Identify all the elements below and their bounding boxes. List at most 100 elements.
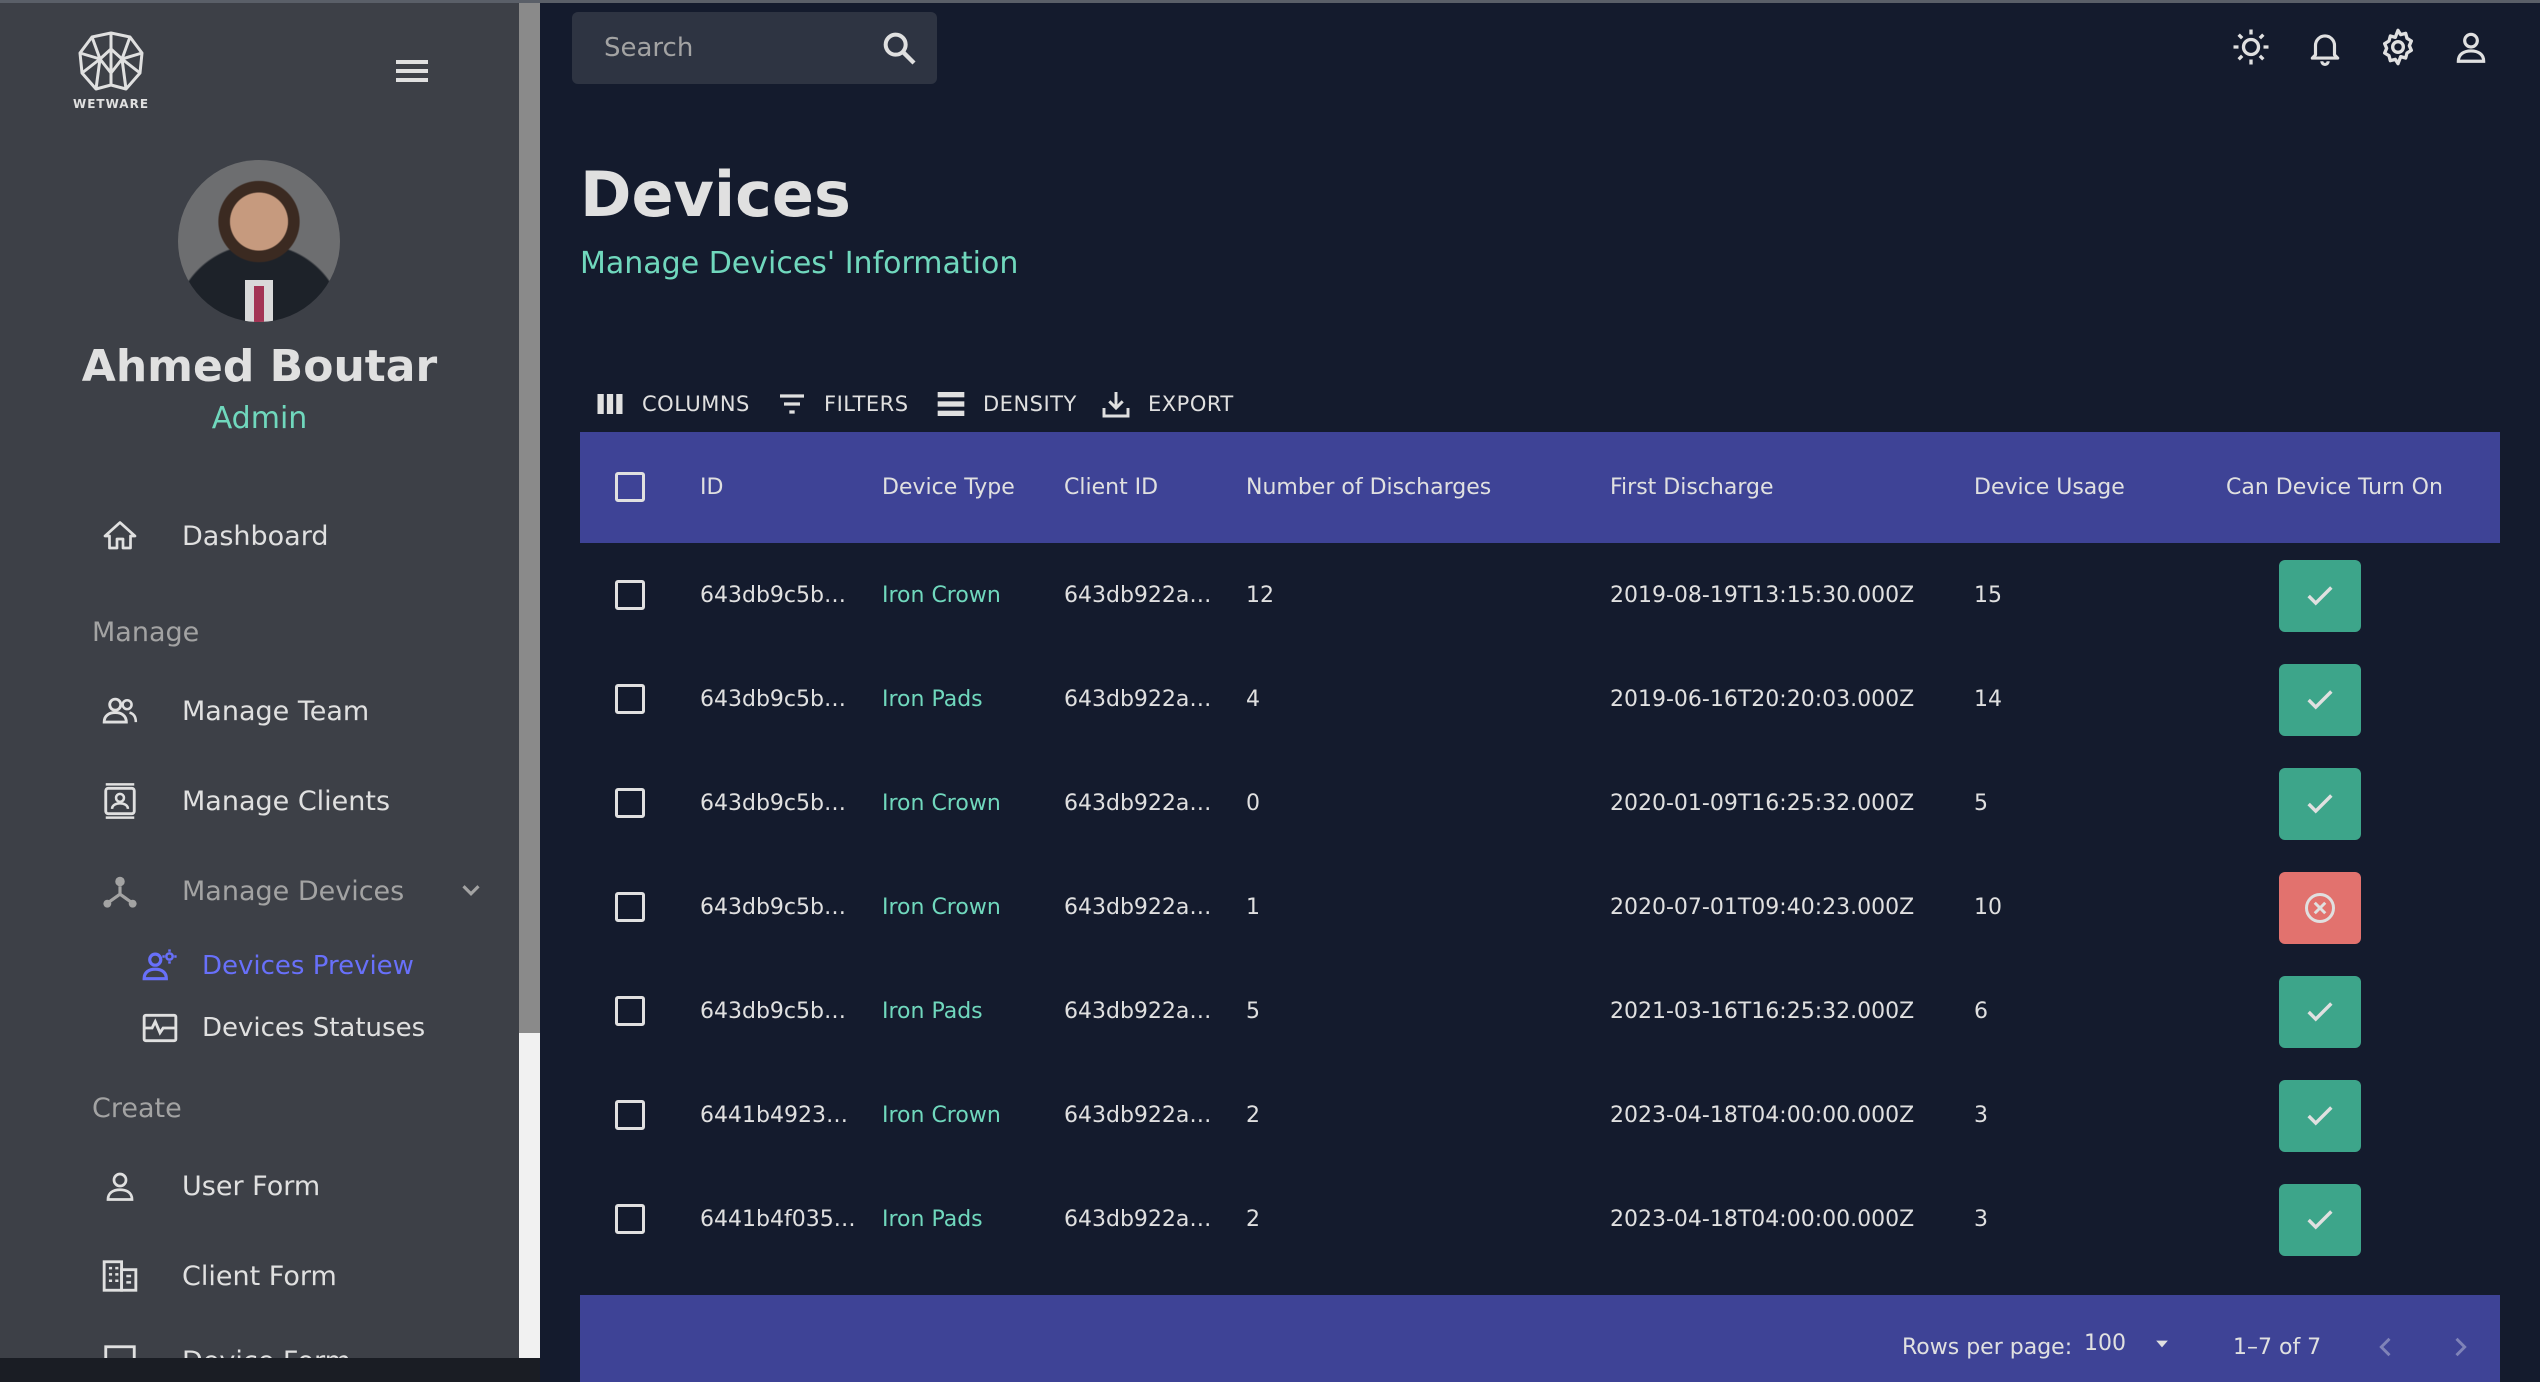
data-grid-body: 643db9c5b… Iron Crown 643db922a… 12 2019… bbox=[580, 543, 2500, 1295]
filter-icon bbox=[774, 386, 810, 422]
column-header-first-discharge[interactable]: First Discharge bbox=[1610, 432, 1774, 543]
select-all-checkbox[interactable] bbox=[615, 472, 645, 502]
settings-icon bbox=[2383, 28, 2413, 66]
cell-first-discharge: 2023-04-18T04:00:00.000Z bbox=[1610, 1206, 1915, 1232]
row-checkbox[interactable] bbox=[615, 788, 645, 818]
cell-client-id: 643db922a… bbox=[1064, 790, 1212, 816]
cannot-turn-on-button[interactable] bbox=[2279, 872, 2361, 944]
table-row[interactable]: 643db9c5b… Iron Pads 643db922a… 4 2019-0… bbox=[580, 647, 2500, 751]
search-button[interactable] bbox=[879, 28, 919, 68]
sidebar-item-label: Devices Statuses bbox=[202, 1013, 426, 1043]
export-label: EXPORT bbox=[1148, 392, 1234, 416]
rows-per-page-select[interactable]: 100 bbox=[2084, 1331, 2172, 1356]
sidebar-item-devices-preview[interactable]: Devices Preview bbox=[136, 938, 414, 994]
page-title: Devices bbox=[580, 158, 851, 231]
cell-client-id: 643db922a… bbox=[1064, 686, 1212, 712]
table-row[interactable]: 6441b4923… Iron Crown 643db922a… 2 2023-… bbox=[580, 1063, 2500, 1167]
sidebar-item-manage-team[interactable]: Manage Team bbox=[96, 681, 496, 741]
density-button[interactable]: DENSITY bbox=[933, 384, 1077, 424]
sidebar-item-dashboard[interactable]: Dashboard bbox=[96, 506, 496, 566]
light-mode-button[interactable] bbox=[2228, 24, 2274, 70]
can-turn-on-button[interactable] bbox=[2279, 976, 2361, 1048]
sidebar-item-label: Manage Team bbox=[182, 695, 370, 727]
sidebar-item-client-form[interactable]: Client Form bbox=[96, 1246, 496, 1306]
page-subtitle: Manage Devices' Information bbox=[580, 246, 1019, 281]
sidebar-item-label: Devices Preview bbox=[202, 951, 414, 981]
cell-device-type: Iron Pads bbox=[882, 686, 983, 712]
brain-logo-icon bbox=[78, 31, 144, 91]
cell-id: 6441b4923… bbox=[700, 1102, 848, 1128]
cell-id: 643db9c5b… bbox=[700, 998, 846, 1024]
cell-discharges: 5 bbox=[1246, 998, 1260, 1024]
previous-page-button[interactable] bbox=[2368, 1329, 2404, 1365]
menu-toggle-button[interactable] bbox=[392, 55, 432, 91]
row-checkbox[interactable] bbox=[615, 684, 645, 714]
people-icon bbox=[96, 687, 144, 735]
cell-client-id: 643db922a… bbox=[1064, 1206, 1212, 1232]
cell-device-type: Iron Crown bbox=[882, 894, 1001, 920]
sidebar-item-device-form[interactable]: Device Form bbox=[96, 1331, 496, 1358]
cell-device-usage: 6 bbox=[1974, 998, 1988, 1024]
table-row[interactable]: 643db9c5b… Iron Crown 643db922a… 0 2020-… bbox=[580, 751, 2500, 855]
notifications-button[interactable] bbox=[2302, 24, 2348, 70]
table-row[interactable]: 643db9c5b… Iron Crown 643db922a… 12 2019… bbox=[580, 543, 2500, 647]
can-turn-on-button[interactable] bbox=[2279, 768, 2361, 840]
column-header-discharges[interactable]: Number of Discharges bbox=[1246, 432, 1491, 543]
cell-device-usage: 3 bbox=[1974, 1102, 1988, 1128]
data-grid-footer: Rows per page: 100 1–7 of 7 bbox=[580, 1295, 2500, 1382]
row-checkbox[interactable] bbox=[615, 580, 645, 610]
settings-button[interactable] bbox=[2375, 24, 2421, 70]
sidebar-item-label: Dashboard bbox=[182, 520, 329, 552]
row-checkbox[interactable] bbox=[615, 892, 645, 922]
next-page-button[interactable] bbox=[2442, 1329, 2478, 1365]
filters-button[interactable]: FILTERS bbox=[774, 384, 909, 424]
row-checkbox[interactable] bbox=[615, 1204, 645, 1234]
table-row[interactable]: 643db9c5b… Iron Pads 643db922a… 5 2021-0… bbox=[580, 959, 2500, 1063]
search-icon bbox=[883, 32, 916, 65]
sidebar-item-label: Client Form bbox=[182, 1260, 337, 1292]
cell-device-usage: 10 bbox=[1974, 894, 2002, 920]
app-logo[interactable]: WETWARE bbox=[72, 29, 150, 113]
check-icon bbox=[2307, 794, 2333, 814]
export-button[interactable]: EXPORT bbox=[1098, 384, 1234, 424]
cell-client-id: 643db922a… bbox=[1064, 1102, 1212, 1128]
chevron-left-icon bbox=[2379, 1337, 2391, 1357]
sidebar-scrollbar-thumb[interactable] bbox=[519, 3, 540, 1033]
cell-device-usage: 14 bbox=[1974, 686, 2002, 712]
table-row[interactable]: 643db9c5b… Iron Crown 643db922a… 1 2020-… bbox=[580, 855, 2500, 959]
check-icon bbox=[2307, 690, 2333, 710]
cell-device-type: Iron Pads bbox=[882, 998, 983, 1024]
column-header-client-id[interactable]: Client ID bbox=[1064, 432, 1158, 543]
row-checkbox[interactable] bbox=[615, 1100, 645, 1130]
check-icon bbox=[2307, 1002, 2333, 1022]
check-icon bbox=[2307, 1210, 2333, 1230]
sidebar: WETWARE Ahmed Boutar Admin Dashboard Man… bbox=[0, 3, 519, 1358]
section-label-manage: Manage bbox=[92, 617, 200, 648]
can-turn-on-button[interactable] bbox=[2279, 1080, 2361, 1152]
columns-button[interactable]: COLUMNS bbox=[592, 384, 750, 424]
column-header-id[interactable]: ID bbox=[700, 432, 723, 543]
search-bar bbox=[572, 12, 937, 84]
profile-button[interactable] bbox=[2448, 24, 2494, 70]
table-row[interactable]: 6441b4f035… Iron Pads 643db922a… 2 2023-… bbox=[580, 1167, 2500, 1271]
sidebar-item-label: Manage Clients bbox=[182, 785, 391, 817]
home-icon bbox=[96, 512, 144, 560]
sidebar-item-user-form[interactable]: User Form bbox=[96, 1156, 496, 1216]
devices-preview-icon bbox=[136, 942, 184, 990]
cell-discharges: 1 bbox=[1246, 894, 1260, 920]
sidebar-item-manage-clients[interactable]: Manage Clients bbox=[96, 771, 496, 831]
column-header-device-type[interactable]: Device Type bbox=[882, 432, 1015, 543]
monitor-heart-icon bbox=[136, 1004, 184, 1052]
column-header-can-turn-on[interactable]: Can Device Turn On bbox=[2226, 432, 2443, 543]
can-turn-on-button[interactable] bbox=[2279, 664, 2361, 736]
search-input[interactable] bbox=[604, 33, 854, 63]
sidebar-item-manage-devices[interactable]: Manage Devices bbox=[96, 861, 496, 921]
rows-per-page-value: 100 bbox=[2084, 1331, 2126, 1356]
can-turn-on-button[interactable] bbox=[2279, 560, 2361, 632]
sidebar-item-devices-statuses[interactable]: Devices Statuses bbox=[136, 1000, 425, 1056]
can-turn-on-button[interactable] bbox=[2279, 1184, 2361, 1256]
row-checkbox[interactable] bbox=[615, 996, 645, 1026]
cell-id: 643db9c5b… bbox=[700, 582, 846, 608]
cell-discharges: 0 bbox=[1246, 790, 1260, 816]
column-header-device-usage[interactable]: Device Usage bbox=[1974, 432, 2125, 543]
